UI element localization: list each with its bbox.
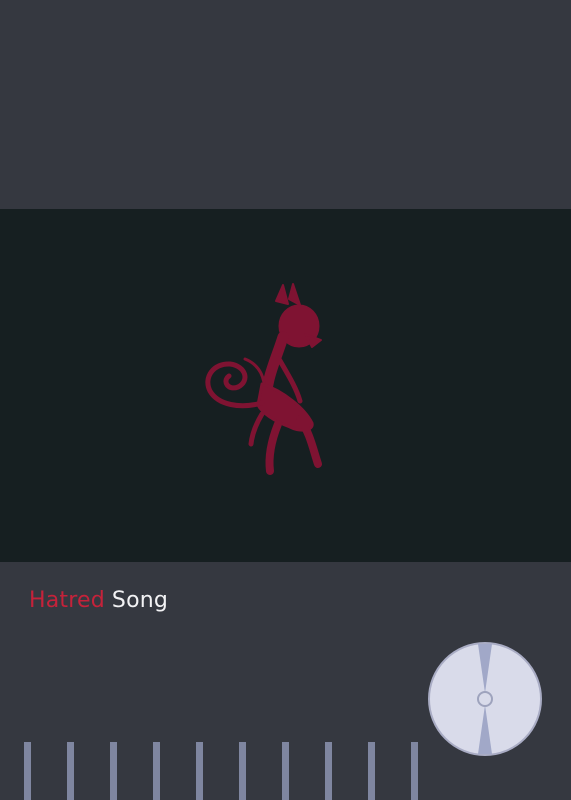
visualizer-bar [411,742,418,800]
visualizer-bar [368,742,375,800]
audio-visualizer [0,742,571,800]
visualizer-bar [153,742,160,800]
visualizer-bar [282,742,289,800]
visualizer-bar [67,742,74,800]
song-title-accent: Hatred [29,588,105,613]
top-empty-area [0,0,571,209]
album-artwork [0,209,571,562]
visualizer-bar [325,742,332,800]
red-demon-creature-icon [205,283,322,475]
visualizer-bar [110,742,117,800]
visualizer-bar [196,742,203,800]
song-title: Hatred Song [29,588,168,613]
visualizer-bar [24,742,31,800]
song-title-rest: Song [111,588,169,613]
cd-disc-icon[interactable] [427,641,543,757]
visualizer-bar [239,742,246,800]
